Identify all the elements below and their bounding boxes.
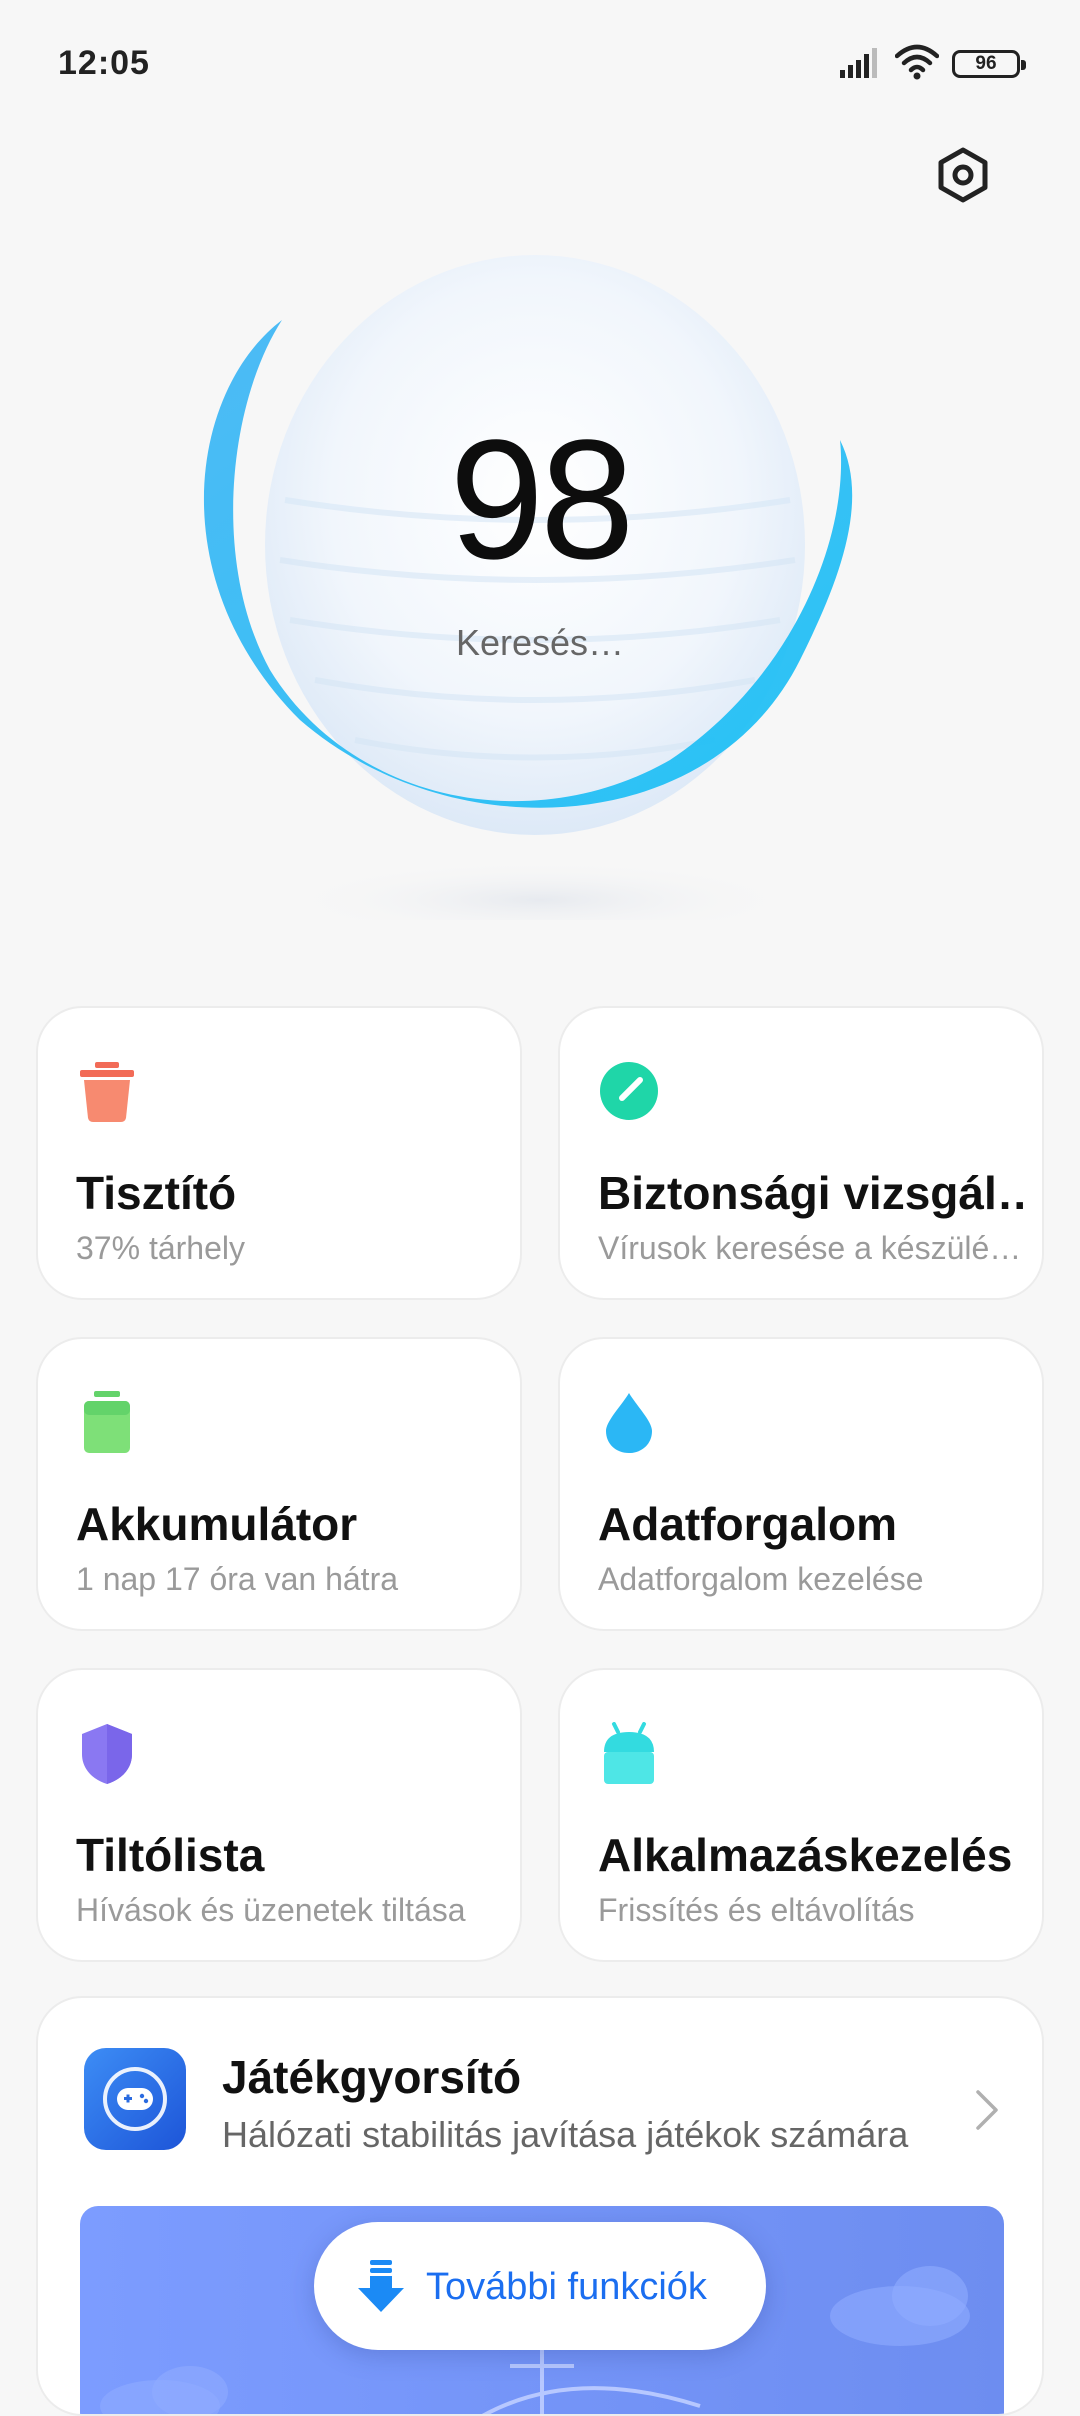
wifi-icon xyxy=(895,44,939,80)
data-usage-card[interactable]: Adatforgalom Adatforgalom kezelése xyxy=(558,1337,1044,1631)
card-title: Adatforgalom xyxy=(598,1498,897,1550)
card-subtitle: Vírusok keresése a készülé… xyxy=(598,1230,1022,1266)
card-subtitle: Frissítés és eltávolítás xyxy=(598,1892,915,1928)
card-subtitle: Adatforgalom kezelése xyxy=(598,1561,924,1597)
gamepad-icon xyxy=(84,2048,186,2150)
android-icon xyxy=(604,1722,654,1784)
settings-gear-icon[interactable] xyxy=(934,146,992,204)
card-subtitle: 37% tárhely xyxy=(76,1230,245,1266)
battery-level: 96 xyxy=(975,53,997,74)
shield-icon xyxy=(82,1724,132,1784)
game-booster-subtitle: Hálózati stabilitás javítása játékok szá… xyxy=(222,2114,909,2155)
battery-card[interactable]: Akkumulátor 1 nap 17 óra van hátra xyxy=(36,1337,522,1631)
chevron-right-icon xyxy=(976,2090,998,2130)
status-time: 12:05 xyxy=(58,44,150,82)
card-title: Tisztító xyxy=(76,1167,237,1219)
battery-indicator: 96 xyxy=(952,50,1026,78)
security-score: 98 xyxy=(449,405,634,595)
app-manager-card[interactable]: Alkalmazáskezelés Frissítés és eltávolít… xyxy=(558,1668,1044,1962)
scan-status: Keresés… xyxy=(455,622,625,663)
cleaner-card[interactable]: Tisztító 37% tárhely xyxy=(36,1006,522,1300)
more-functions-label: További funkciók xyxy=(426,2266,707,2308)
game-booster-title: Játékgyorsító xyxy=(222,2051,522,2103)
card-subtitle: 1 nap 17 óra van hátra xyxy=(76,1561,399,1597)
blocklist-card[interactable]: Tiltólista Hívások és üzenetek tiltása xyxy=(36,1668,522,1962)
game-booster-card[interactable]: Játékgyorsító Hálózati stabilitás javítá… xyxy=(36,1996,1044,2416)
status-bar: 12:05 96 xyxy=(0,0,1080,120)
card-title: Akkumulátor xyxy=(76,1498,358,1550)
download-arrow-icon xyxy=(358,2260,404,2312)
card-title: Alkalmazáskezelés xyxy=(598,1829,1013,1881)
water-drop-icon xyxy=(606,1393,652,1453)
security-scan-icon xyxy=(600,1062,658,1120)
battery-icon xyxy=(84,1391,130,1453)
card-subtitle: Hívások és üzenetek tiltása xyxy=(76,1892,466,1928)
signal-icon xyxy=(840,48,877,78)
trash-icon xyxy=(80,1062,134,1122)
card-title: Tiltólista xyxy=(76,1829,265,1881)
security-scan-card[interactable]: Biztonsági vizsgál… Vírusok keresése a k… xyxy=(558,1006,1044,1300)
more-functions-button[interactable]: További funkciók xyxy=(314,2222,766,2350)
card-title: Biztonsági vizsgál… xyxy=(598,1167,1030,1219)
